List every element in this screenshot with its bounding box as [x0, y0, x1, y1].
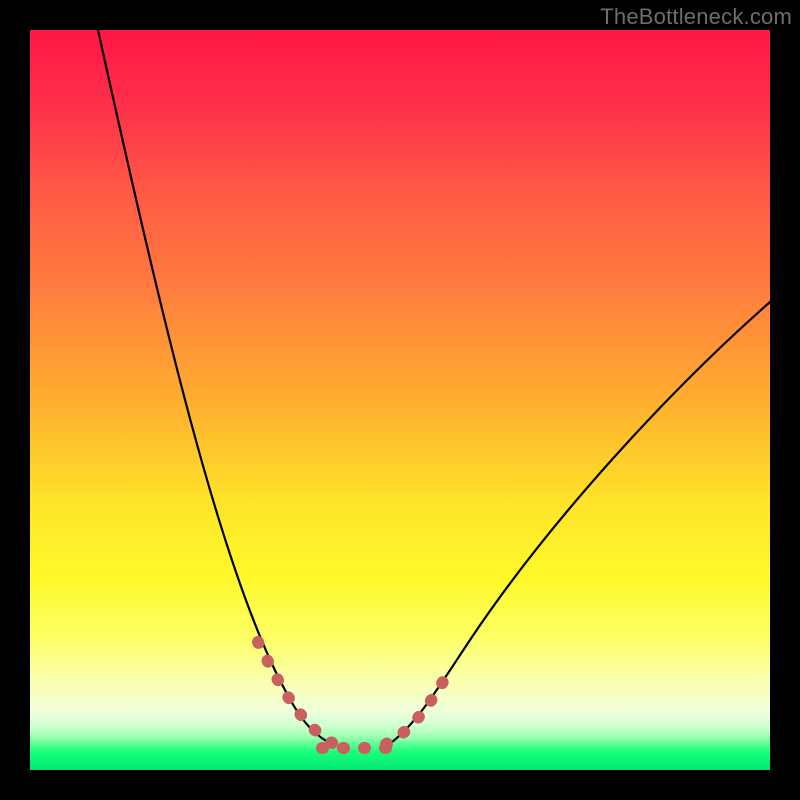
gradient-background [30, 30, 770, 770]
chart-plot-area [30, 30, 770, 770]
watermark-text: TheBottleneck.com [600, 4, 792, 30]
chart-svg [30, 30, 770, 770]
